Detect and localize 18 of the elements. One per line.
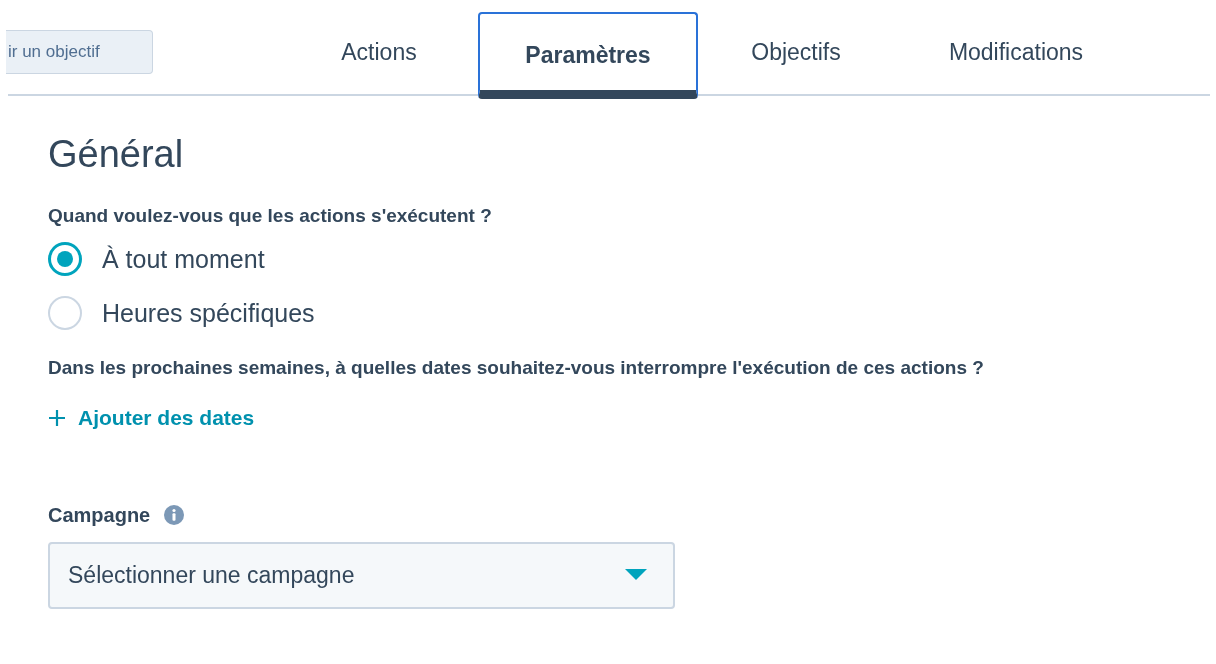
caret-icon: [625, 569, 647, 582]
radio-button[interactable]: [48, 296, 82, 330]
add-dates-link[interactable]: Ajouter des dates: [48, 402, 255, 434]
campaign-select[interactable]: Sélectionner une campagne: [48, 541, 675, 609]
section-title: Général: [48, 132, 185, 176]
tab[interactable]: Actions: [280, 12, 478, 99]
plus-icon: [48, 408, 66, 427]
goal-button[interactable]: ir un objectif: [6, 30, 153, 74]
question-label: Quand voulez-vous que les actions s'exécutent ?: [48, 204, 493, 228]
radio-button[interactable]: [48, 242, 82, 276]
tab[interactable]: Objectifs: [698, 12, 894, 99]
info-icon: [164, 504, 185, 525]
tab[interactable]: Paramètres: [478, 12, 698, 99]
campaign-label: Campagne: [48, 502, 151, 528]
radio-label: Heures spécifiques: [102, 298, 315, 329]
radio-label: À tout moment: [102, 244, 265, 275]
tab[interactable]: Modifications: [894, 12, 1138, 99]
question-label: Dans les prochaines semaines, à quelles dates souhaitez-vous interrompre l'exécution de ces actions ?: [48, 356, 985, 380]
